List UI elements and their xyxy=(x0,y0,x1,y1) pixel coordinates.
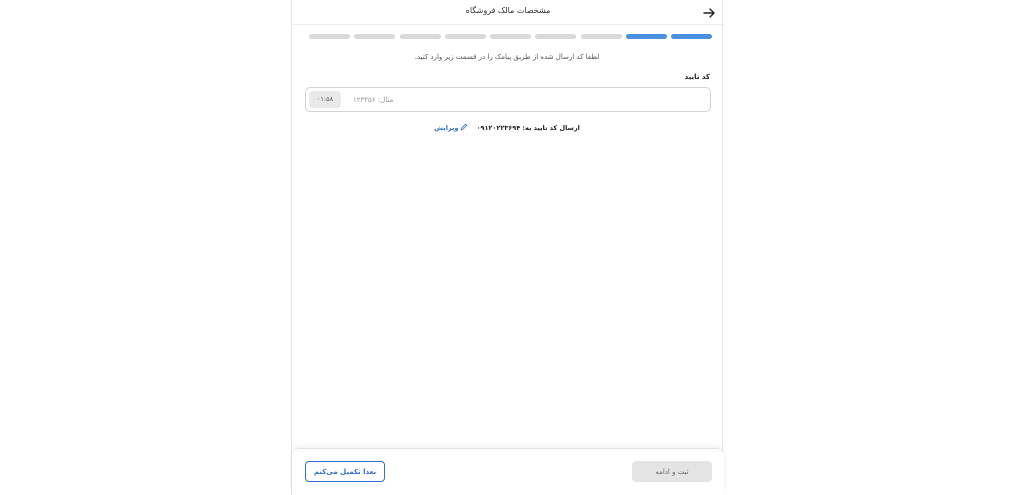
progress-step xyxy=(399,34,441,39)
verification-code-input[interactable] xyxy=(353,92,653,107)
page-title: مشخصات مالک فروشگاه xyxy=(465,6,551,15)
progress-step xyxy=(444,34,486,39)
sent-to-text: ارسال کد تایید به: ۰۹۱۲۰۲۲۳۶۹۴ xyxy=(476,124,580,132)
edit-phone-link[interactable]: ویرایش xyxy=(434,123,468,132)
form-panel: مشخصات مالک فروشگاه لطفا کد ارسال شده از… xyxy=(291,0,724,495)
page: مشخصات مالک فروشگاه لطفا کد ارسال شده از… xyxy=(0,0,1024,495)
header: مشخصات مالک فروشگاه xyxy=(292,0,724,25)
edit-label: ویرایش xyxy=(434,124,459,132)
progress-step xyxy=(490,34,531,39)
progress-step xyxy=(354,34,396,39)
pencil-icon xyxy=(461,123,468,131)
verification-code-field[interactable]: ۰۱:۵۸ xyxy=(305,87,711,112)
arrow-right-icon[interactable] xyxy=(702,5,716,19)
progress-step xyxy=(625,34,667,39)
progress-step xyxy=(580,34,622,39)
submit-continue-button[interactable]: ثبت و ادامه xyxy=(632,461,712,482)
progress-step xyxy=(309,34,350,39)
instruction-text: لطفا کد ارسال شده از طریق پیامک را در قس… xyxy=(414,53,600,61)
progress-step xyxy=(671,34,712,39)
resend-timer-badge: ۰۱:۵۸ xyxy=(309,91,341,108)
complete-later-button[interactable]: بعدا تکمیل می‌کنم xyxy=(305,461,385,482)
progress-steps xyxy=(309,34,712,39)
progress-step xyxy=(535,34,577,39)
footer-bar: بعدا تکمیل می‌کنم ثبت و ادامه xyxy=(292,448,724,495)
code-label: کد تایید xyxy=(684,73,710,81)
sent-to-row: ارسال کد تایید به: ۰۹۱۲۰۲۲۳۶۹۴ ویرایش xyxy=(292,123,722,132)
